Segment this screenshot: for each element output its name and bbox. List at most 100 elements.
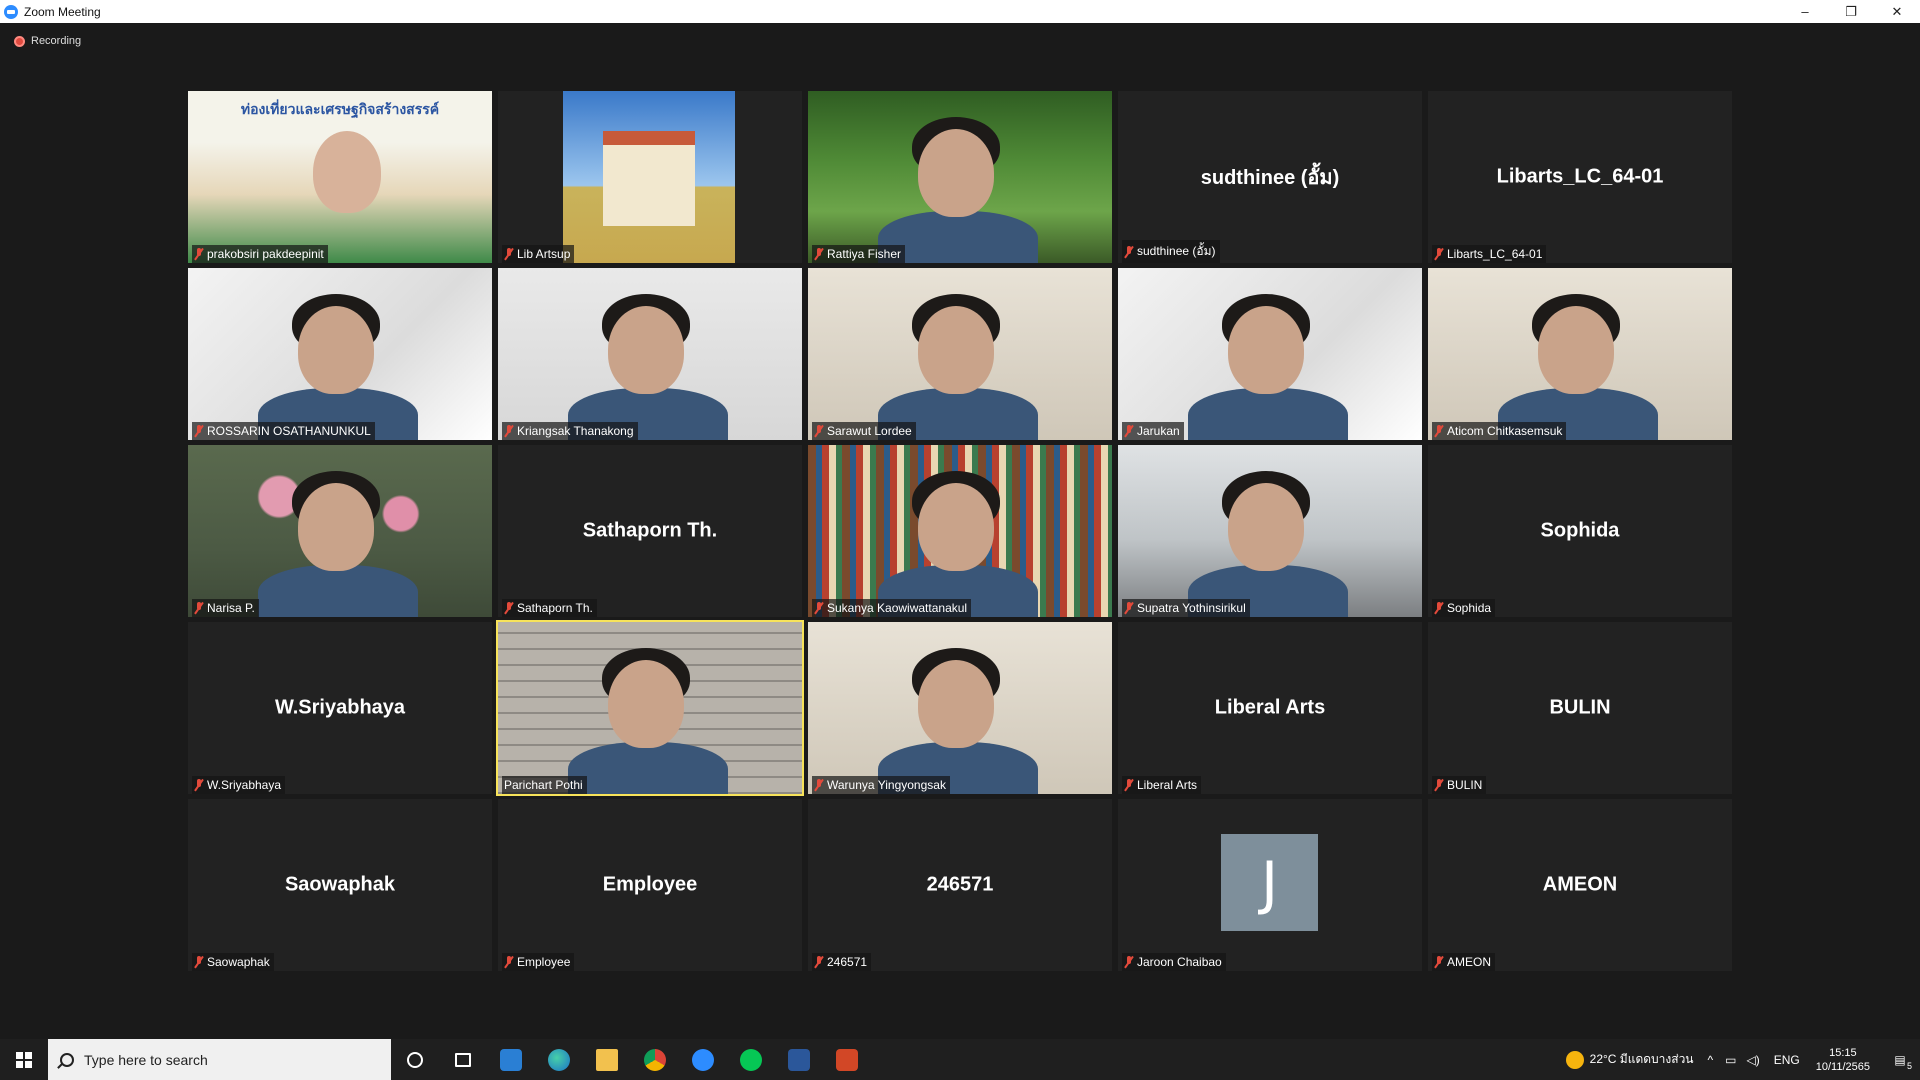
file-explorer-icon — [596, 1048, 618, 1071]
mic-muted-icon — [814, 425, 824, 437]
restore-button[interactable]: ❐ — [1828, 0, 1874, 23]
participant-avatar: J — [1221, 834, 1318, 931]
participant-name: sudthinee (อั้ม) — [1137, 244, 1216, 258]
meeting-area: Recording ท่องเที่ยวและเศรษฐกิจสร้างสรรค… — [0, 23, 1920, 1039]
edge-button[interactable] — [535, 1039, 583, 1080]
notification-center-icon[interactable]: ▤ 5 — [1880, 1053, 1920, 1071]
participant-name-label: Narisa P. — [192, 599, 259, 617]
participant-name: Kriangsak Thanakong — [517, 424, 634, 438]
participant-tile[interactable]: Sathaporn Th. Sathaporn Th. — [498, 445, 802, 617]
windows-taskbar: Type here to search 22°C มีแดดบางส่วน ^ … — [0, 1039, 1920, 1080]
participant-tile[interactable]: Sophida Sophida — [1428, 445, 1732, 617]
participant-video — [498, 91, 802, 263]
taskbar-search-box[interactable]: Type here to search — [48, 1039, 391, 1080]
participant-tile[interactable]: Supatra Yothinsirikul — [1118, 445, 1422, 617]
participant-tile[interactable]: Parichart Pothi — [496, 620, 804, 796]
participant-tile[interactable]: J Jaroon Chaibao — [1118, 799, 1422, 971]
participant-display-name: W.Sriyabhaya — [274, 696, 406, 719]
participant-display-name: Saowaphak — [284, 873, 396, 896]
search-icon — [60, 1052, 74, 1067]
clock[interactable]: 15:15 10/11/2565 — [1816, 1046, 1870, 1074]
participant-name-label: BULIN — [1432, 776, 1487, 794]
participant-tile[interactable]: 246571 246571 — [808, 799, 1112, 971]
recording-label: Recording — [31, 35, 82, 47]
weather-icon[interactable] — [1565, 1050, 1584, 1069]
recording-indicator[interactable]: Recording — [14, 35, 81, 47]
person-head — [608, 306, 684, 394]
participant-name: Sathaporn Th. — [517, 601, 593, 615]
participant-tile[interactable]: Lib Artsup — [498, 91, 802, 263]
chrome-icon — [644, 1048, 666, 1071]
network-icon[interactable]: ▭ — [1725, 1053, 1736, 1067]
participant-display-name: Liberal Arts — [1214, 696, 1326, 719]
participant-tile[interactable]: Employee Employee — [498, 799, 802, 971]
mic-muted-icon — [1124, 602, 1134, 614]
mic-muted-icon — [1124, 245, 1134, 258]
participant-video — [808, 91, 1112, 263]
mic-muted-icon — [1434, 602, 1444, 614]
participant-name-label: Sathaporn Th. — [502, 599, 597, 617]
participant-tile[interactable]: ท่องเที่ยวและเศรษฐกิจสร้างสรรค์ prakobsir… — [188, 91, 492, 263]
edge-icon — [548, 1048, 570, 1071]
line-icon — [740, 1048, 762, 1071]
participant-tile[interactable]: Warunya Yingyongsak — [808, 622, 1112, 794]
participant-tile[interactable]: Kriangsak Thanakong — [498, 268, 802, 440]
participant-video: ท่องเที่ยวและเศรษฐกิจสร้างสรรค์ — [188, 91, 492, 263]
participant-name-label: W.Sriyabhaya — [192, 776, 286, 794]
line-button[interactable] — [727, 1039, 775, 1080]
person-head — [918, 483, 994, 571]
participant-tile[interactable]: Narisa P. — [188, 445, 492, 617]
participant-tile[interactable]: Saowaphak Saowaphak — [188, 799, 492, 971]
participant-name-label: Saowaphak — [192, 953, 274, 971]
clock-time: 15:15 — [1829, 1046, 1857, 1059]
person-body — [1188, 388, 1348, 440]
mic-muted-icon — [1434, 779, 1444, 791]
participant-tile[interactable]: AMEON AMEON — [1428, 799, 1732, 971]
powerpoint-button[interactable] — [823, 1039, 871, 1080]
participant-name-label: Kriangsak Thanakong — [502, 422, 638, 440]
participant-tile[interactable]: W.Sriyabhaya W.Sriyabhaya — [188, 622, 492, 794]
participant-name-label: Jaroon Chaibao — [1122, 953, 1226, 971]
participant-tile[interactable]: Jarukan — [1118, 268, 1422, 440]
participant-display-name: 246571 — [926, 873, 994, 896]
mic-muted-icon — [194, 248, 204, 260]
file-explorer-button[interactable] — [583, 1039, 631, 1080]
minimize-button[interactable]: – — [1782, 0, 1828, 23]
zoom-button[interactable] — [679, 1039, 727, 1080]
start-button[interactable] — [0, 1039, 48, 1080]
participant-video — [498, 622, 802, 794]
poster-title: ท่องเที่ยวและเศรษฐกิจสร้างสรรค์ — [240, 102, 440, 118]
mail-button[interactable] — [487, 1039, 535, 1080]
participant-tile[interactable]: ROSSARIN OSATHANUNKUL — [188, 268, 492, 440]
task-view-button[interactable] — [439, 1039, 487, 1080]
participant-tile[interactable]: Libarts_LC_64-01 Libarts_LC_64-01 — [1428, 91, 1732, 263]
recording-icon — [14, 35, 25, 47]
zoom-icon — [692, 1048, 714, 1071]
participant-tile[interactable]: Aticom Chitkasemsuk — [1428, 268, 1732, 440]
chrome-button[interactable] — [631, 1039, 679, 1080]
person-head — [608, 660, 684, 748]
participant-tile[interactable]: Sukanya Kaowiwattanakul — [808, 445, 1112, 617]
participant-tile[interactable]: Sarawut Lordee — [808, 268, 1112, 440]
participant-tile[interactable]: Rattiya Fisher — [808, 91, 1112, 263]
window-title: Zoom Meeting — [24, 4, 101, 19]
participant-name-label: Supatra Yothinsirikul — [1122, 599, 1250, 617]
cortana-button[interactable] — [391, 1039, 439, 1080]
participant-tile[interactable]: Liberal Arts Liberal Arts — [1118, 622, 1422, 794]
mic-muted-icon — [194, 956, 204, 968]
participant-tile[interactable]: BULIN BULIN — [1428, 622, 1732, 794]
participant-name-label: sudthinee (อั้ม) — [1122, 240, 1220, 263]
chevron-up-icon[interactable]: ^ — [1708, 1053, 1714, 1067]
person-head — [918, 306, 994, 394]
language-indicator[interactable]: ENG — [1774, 1053, 1800, 1067]
word-button[interactable] — [775, 1039, 823, 1080]
person-head — [1538, 306, 1614, 394]
weather-text[interactable]: 22°C มีแดดบางส่วน — [1590, 1050, 1694, 1069]
participant-name-label: Libarts_LC_64-01 — [1432, 245, 1547, 263]
participant-display-name: Sophida — [1540, 519, 1620, 542]
volume-icon[interactable]: ◁) — [1747, 1053, 1760, 1067]
close-button[interactable]: ✕ — [1874, 0, 1920, 23]
participant-tile[interactable]: sudthinee (อั้ม) sudthinee (อั้ม) — [1118, 91, 1422, 263]
mic-muted-icon — [1124, 779, 1134, 791]
mail-icon — [500, 1048, 522, 1071]
